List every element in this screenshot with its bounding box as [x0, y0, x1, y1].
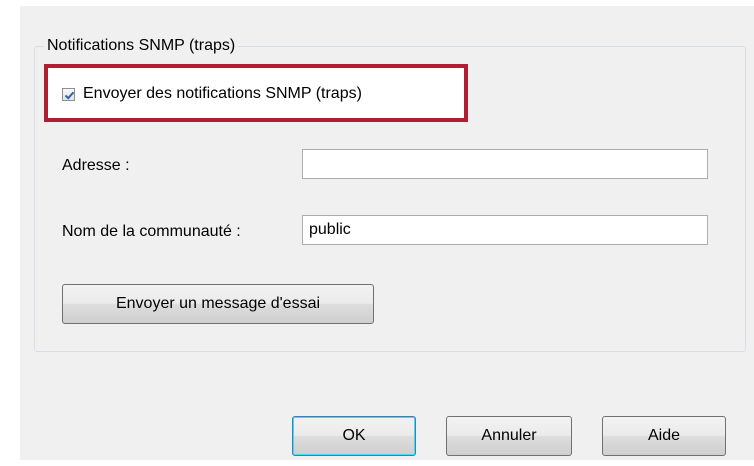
- community-label: Nom de la communauté :: [62, 223, 241, 240]
- send-test-message-button[interactable]: Envoyer un message d'essai: [62, 284, 374, 324]
- left-margin: [0, 0, 20, 466]
- groupbox-title: Notifications SNMP (traps): [44, 36, 239, 56]
- snmp-checkbox-label: Envoyer des notifications SNMP (traps): [83, 85, 362, 102]
- address-label: Adresse :: [62, 157, 130, 174]
- snmp-checkbox-row[interactable]: Envoyer des notifications SNMP (traps): [62, 84, 362, 104]
- checkmark-icon: [64, 91, 75, 100]
- snmp-dialog: Notifications SNMP (traps) Envoyer des n…: [0, 0, 754, 466]
- cancel-button[interactable]: Annuler: [446, 416, 572, 456]
- top-margin: [0, 0, 754, 6]
- ok-button[interactable]: OK: [292, 416, 416, 456]
- help-button[interactable]: Aide: [602, 416, 726, 456]
- address-input[interactable]: [302, 149, 708, 179]
- snmp-checkbox[interactable]: [62, 87, 75, 101]
- bottom-margin: [0, 460, 754, 466]
- community-input[interactable]: [302, 215, 708, 245]
